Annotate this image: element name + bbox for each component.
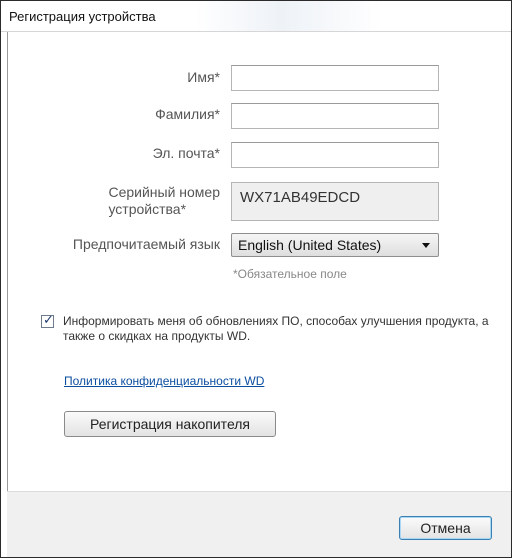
last-name-input[interactable] — [231, 103, 439, 129]
registration-dialog: Регистрация устройства Имя* Фамилия* Эл.… — [0, 0, 512, 558]
serial-label: Серийный номер устройства* — [108, 184, 220, 218]
privacy-policy-link[interactable]: Политика конфиденциальности WD — [64, 374, 264, 388]
title-bar[interactable]: Регистрация устройства — [1, 1, 511, 32]
last-name-label: Фамилия* — [155, 106, 220, 122]
first-name-input[interactable] — [231, 65, 439, 91]
check-icon: ✓ — [43, 312, 54, 327]
serial-label-line2: устройства* — [108, 201, 187, 217]
required-field-note: *Обязательное поле — [233, 267, 347, 281]
register-device-button[interactable]: Регистрация накопителя — [64, 411, 276, 437]
serial-number-field: WX71AB49EDCD — [231, 182, 439, 221]
dialog-left-border — [1, 32, 8, 557]
newsletter-checkbox[interactable]: ✓ — [41, 312, 54, 328]
email-label: Эл. почта* — [152, 145, 220, 161]
email-input[interactable] — [231, 142, 439, 168]
newsletter-label: Информировать меня об обновлениях ПО, сп… — [63, 314, 489, 343]
cancel-button[interactable]: Отмена — [399, 516, 492, 540]
chevron-down-icon — [422, 243, 430, 248]
dialog-footer: Отмена — [7, 491, 511, 557]
window-title: Регистрация устройства — [9, 9, 156, 24]
language-label: Предпочитаемый язык — [72, 236, 220, 252]
serial-label-line1: Серийный номер — [108, 184, 220, 200]
language-select[interactable]: English (United States) — [231, 233, 439, 257]
first-name-label: Имя* — [187, 69, 220, 85]
language-selected-value: English (United States) — [238, 237, 382, 253]
